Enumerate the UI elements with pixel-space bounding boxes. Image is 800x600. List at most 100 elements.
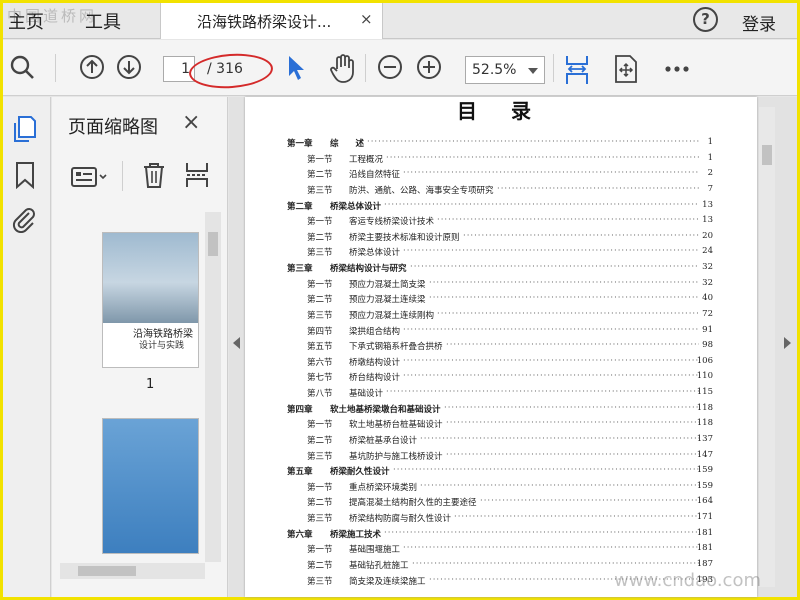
document-tab[interactable]: 沿海铁路桥梁设计... × [160, 3, 383, 39]
panel-toolbar [52, 149, 228, 197]
toc-entry-label: 第三节 预应力混凝土连续刚构 [307, 309, 434, 321]
toc-row[interactable]: ········································… [287, 385, 713, 401]
previous-page-icon[interactable] [79, 54, 105, 80]
toc-row[interactable]: ········································… [287, 198, 713, 214]
toc-row[interactable]: ········································… [287, 526, 713, 542]
toc-entry-title: 综 述 [330, 139, 365, 149]
annotation-ellipse [187, 51, 275, 91]
toc-row[interactable]: ········································… [287, 369, 713, 385]
toc-row[interactable]: ········································… [287, 432, 713, 448]
toc-leader-dots: ········································… [403, 543, 699, 554]
toc-row[interactable]: ········································… [287, 182, 713, 198]
toc-row[interactable]: ········································… [287, 401, 713, 417]
document-scrollbar[interactable] [759, 107, 775, 587]
scrollbar-thumb[interactable] [762, 145, 772, 165]
toc-entry-title: 预应力混凝土简支梁 [349, 279, 426, 290]
toc-page-number: 32 [702, 277, 713, 288]
toc-list: ········································… [287, 135, 713, 588]
toc-row[interactable]: ········································… [287, 479, 713, 495]
zoom-in-icon[interactable] [416, 54, 442, 80]
zoom-level-select[interactable]: 52.5% [465, 56, 545, 84]
close-tab-icon[interactable]: × [360, 10, 373, 28]
toc-row[interactable]: ········································… [287, 276, 713, 292]
toc-entry-label: 第二节 基础钻孔桩施工 [307, 559, 409, 571]
hand-tool-icon[interactable] [329, 54, 357, 84]
toc-page-number: 159 [696, 465, 713, 476]
toc-row[interactable]: ········································… [287, 291, 713, 307]
more-options-icon[interactable] [663, 54, 691, 80]
page-thumbnail-2[interactable] [102, 418, 199, 554]
toc-entry-title: 软土地基桥台桩基础设计 [349, 420, 443, 431]
toc-row[interactable]: ········································… [287, 135, 713, 151]
toc-entry-title: 桥梁结构防腐与耐久性设计 [349, 514, 452, 524]
toc-row[interactable]: ········································… [287, 244, 713, 260]
next-page-icon[interactable] [116, 54, 142, 80]
toc-leader-dots: ········································… [446, 418, 699, 429]
toc-leader-dots: ········································… [420, 480, 699, 491]
toc-row[interactable]: ········································… [287, 166, 713, 182]
toc-row[interactable]: ········································… [287, 541, 713, 557]
thumbnail-scrollbar[interactable] [205, 212, 221, 562]
scrollbar-thumb[interactable] [208, 232, 218, 256]
toc-row[interactable]: ········································… [287, 338, 713, 354]
document-tab-title: 沿海铁路桥梁设计... [197, 13, 332, 31]
search-icon[interactable] [9, 54, 35, 80]
toc-entry-label: 第八节 基础设计 [307, 387, 383, 399]
toc-entry-title: 防洪、通航、公路、海事安全专项研究 [349, 185, 494, 196]
toc-page-number: 187 [696, 558, 713, 569]
toc-leader-dots: ········································… [410, 262, 699, 272]
toc-leader-dots: ········································… [367, 137, 699, 147]
login-button[interactable]: 登录 [742, 10, 776, 35]
toc-row[interactable]: ········································… [287, 307, 713, 323]
toc-row[interactable]: ········································… [287, 494, 713, 510]
toc-entry-label: 第三节 桥梁总体设计 [307, 246, 400, 258]
toc-row[interactable]: ········································… [287, 448, 713, 464]
toc-row[interactable]: ········································… [287, 416, 713, 432]
toc-entry-title: 桥梁总体设计 [349, 248, 401, 259]
toc-entry-number: 第一节 [307, 279, 333, 290]
select-tool-icon[interactable] [285, 54, 307, 82]
toc-row[interactable]: ········································… [287, 213, 713, 229]
trash-icon[interactable] [142, 161, 166, 189]
toc-page-number: 110 [696, 371, 713, 382]
toc-page-number: 181 [696, 543, 713, 554]
collapse-right-icon[interactable] [784, 337, 791, 349]
toc-leader-dots: ········································… [497, 183, 699, 194]
toc-entry-label: 第一章 综 述 [287, 137, 364, 149]
toc-leader-dots: ········································… [446, 449, 699, 460]
toc-entry-label: 第四节 梁拱组合结构 [307, 325, 400, 337]
scrollbar-thumb[interactable] [78, 566, 136, 576]
toc-row[interactable]: ········································… [287, 510, 713, 526]
toc-row[interactable]: ········································… [287, 151, 713, 167]
toc-entry-label: 第五节 下承式钢箱系杆叠合拱桥 [307, 340, 443, 352]
toc-entry-title: 桥墩结构设计 [349, 357, 401, 368]
toc-entry-title: 基础设计 [349, 389, 384, 399]
toc-entry-number: 第三节 [307, 310, 333, 321]
menu-home[interactable]: 主页 [8, 8, 44, 34]
zoom-out-icon[interactable] [377, 54, 403, 80]
toc-row[interactable]: ········································… [287, 463, 713, 479]
page-thumbnail-1[interactable]: 沿海铁路桥梁 设计与实践 [102, 232, 199, 368]
toc-row[interactable]: ········································… [287, 354, 713, 370]
toc-row[interactable]: ········································… [287, 229, 713, 245]
toc-entry-number: 第二节 [307, 295, 333, 306]
toc-leader-dots: ········································… [393, 465, 699, 476]
toc-leader-dots: ········································… [480, 496, 699, 507]
close-panel-icon[interactable]: × [182, 110, 200, 135]
insert-page-icon[interactable] [184, 161, 210, 189]
menu-tools[interactable]: 工具 [85, 8, 121, 34]
page-thumbnails-icon[interactable] [11, 115, 37, 143]
toc-entry-title: 软土地基桥梁墩台和基础设计 [330, 404, 441, 415]
toc-row[interactable]: ········································… [287, 260, 713, 276]
collapse-left-icon[interactable] [233, 337, 240, 349]
thumbnail-options-icon[interactable] [70, 165, 110, 189]
thumbnail-horizontal-scrollbar[interactable] [60, 563, 205, 579]
attachment-icon[interactable] [11, 205, 37, 233]
help-icon[interactable]: ? [693, 7, 718, 32]
toc-leader-dots: ········································… [463, 230, 699, 241]
toc-row[interactable]: ········································… [287, 323, 713, 339]
bookmark-icon[interactable] [14, 161, 36, 189]
toc-entry-number: 第三章 [287, 264, 313, 274]
full-screen-icon[interactable] [613, 54, 639, 84]
fit-width-icon[interactable] [563, 54, 591, 86]
